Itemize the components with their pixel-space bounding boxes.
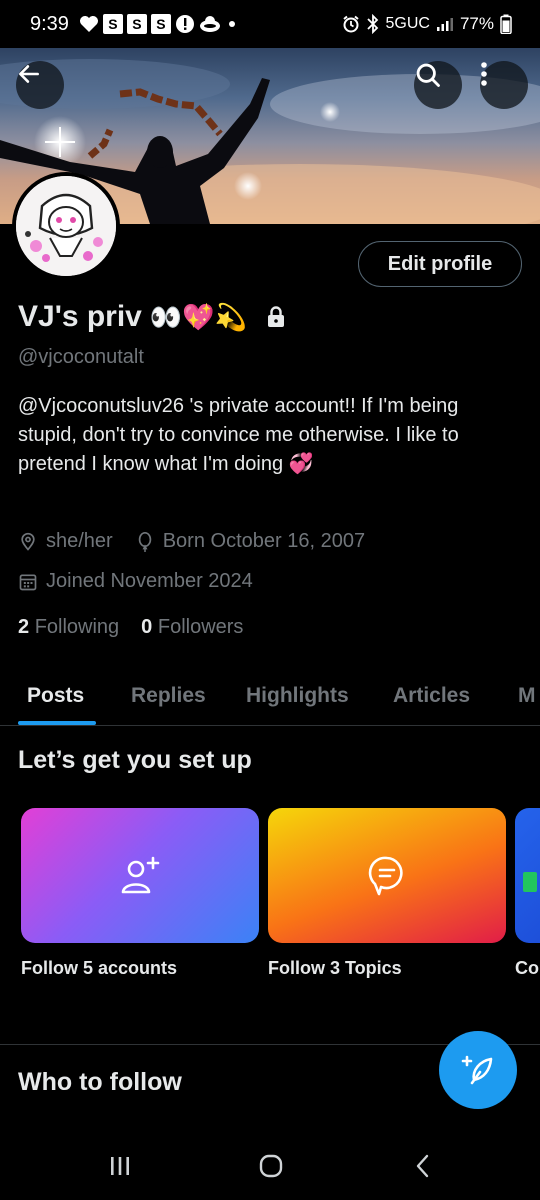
heart-icon <box>79 16 98 32</box>
setup-title: Let’s get you set up <box>18 746 252 774</box>
avatar-artwork <box>16 176 116 276</box>
status-time: 9:39 <box>30 12 69 35</box>
app-notification-icon <box>199 16 220 32</box>
calendar-icon <box>19 574 37 590</box>
tab-articles[interactable]: Articles <box>393 684 470 708</box>
following-label: Following <box>34 616 120 638</box>
home-button[interactable] <box>241 1148 301 1184</box>
battery-icon <box>500 14 512 34</box>
edit-profile-button[interactable]: Edit profile <box>358 241 522 287</box>
back-button[interactable] <box>16 61 64 109</box>
recent-apps-button[interactable] <box>90 1148 150 1184</box>
follow-topics-card[interactable] <box>268 808 506 943</box>
notification-s-icon-3: S <box>150 14 171 34</box>
profile-pronouns: she/her <box>46 530 113 552</box>
partial-card-icon <box>523 871 537 892</box>
follow-accounts-label[interactable]: Follow 5 accounts <box>21 958 177 979</box>
network-type: 5GUC <box>385 15 430 32</box>
followers-count: 0 <box>141 616 153 638</box>
bluetooth-icon <box>366 14 378 34</box>
following-link[interactable]: 2 Following <box>18 616 119 639</box>
lock-icon <box>268 306 284 327</box>
status-system-icons: 5GUC 77% <box>342 14 512 34</box>
display-name-row: VJ's priv 👀💖💫 <box>18 300 287 334</box>
more-notifications-dot <box>228 21 235 27</box>
notification-s-icon-2: S <box>126 14 147 34</box>
chevron-left-icon <box>416 1154 429 1178</box>
followers-label: Followers <box>157 616 244 638</box>
arrow-left-icon <box>19 65 39 83</box>
alarm-icon <box>342 15 359 33</box>
profile-joined: Joined November 2024 <box>46 570 253 592</box>
compose-feather-icon <box>461 1055 493 1085</box>
following-count: 2 <box>18 616 30 638</box>
alert-icon <box>175 15 194 33</box>
system-navigation-bar <box>0 1130 540 1200</box>
follow-topics-label[interactable]: Follow 3 Topics <box>268 958 402 979</box>
more-vertical-icon <box>481 62 487 86</box>
search-button[interactable] <box>414 61 462 109</box>
signal-icon <box>436 18 453 31</box>
more-options-button[interactable] <box>480 61 528 109</box>
active-tab-indicator <box>18 721 96 725</box>
partial-setup-card[interactable] <box>515 808 540 943</box>
display-name: VJ's priv <box>18 300 142 333</box>
profile-tabs: Posts Replies Highlights Articles M <box>0 670 540 726</box>
compose-post-button[interactable] <box>439 1031 517 1109</box>
partial-card-label[interactable]: Co <box>515 958 539 979</box>
follow-accounts-card[interactable] <box>21 808 259 943</box>
back-nav-button[interactable] <box>393 1148 453 1184</box>
search-icon <box>416 63 440 87</box>
profile-birthday: Born October 16, 2007 <box>162 530 366 552</box>
recent-apps-icon <box>111 1157 129 1175</box>
profile-meta-row: she/her Born October 16, 2007 <box>18 530 365 553</box>
status-bar: 9:39 S S S 5GUC 77% <box>0 0 540 48</box>
home-circle-icon <box>259 1154 283 1178</box>
profile-bio: @Vjcoconutsluv26 's private account!! If… <box>18 395 459 475</box>
notification-s-icon-1: S <box>102 14 123 34</box>
tab-highlights[interactable]: Highlights <box>246 684 349 708</box>
follow-stats: 2 Following 0 Followers <box>18 616 243 639</box>
avatar-image <box>16 176 116 276</box>
tab-posts[interactable]: Posts <box>27 684 84 708</box>
topics-icon <box>368 856 403 895</box>
battery-percent: 77% <box>459 14 494 33</box>
location-pin-icon <box>21 532 35 551</box>
followers-link[interactable]: 0 Followers <box>141 616 243 639</box>
status-notification-icons: S S S <box>79 14 235 34</box>
tab-media[interactable]: M <box>518 684 536 708</box>
who-to-follow-title: Who to follow <box>18 1068 182 1096</box>
balloon-icon <box>138 531 151 552</box>
profile-avatar[interactable] <box>12 172 120 280</box>
profile-handle: @vjcoconutalt <box>18 346 144 368</box>
display-name-emoji: 👀💖💫 <box>149 301 247 332</box>
add-user-icon <box>121 856 160 893</box>
tab-replies[interactable]: Replies <box>131 684 206 708</box>
profile-joined-row: Joined November 2024 <box>18 570 253 593</box>
